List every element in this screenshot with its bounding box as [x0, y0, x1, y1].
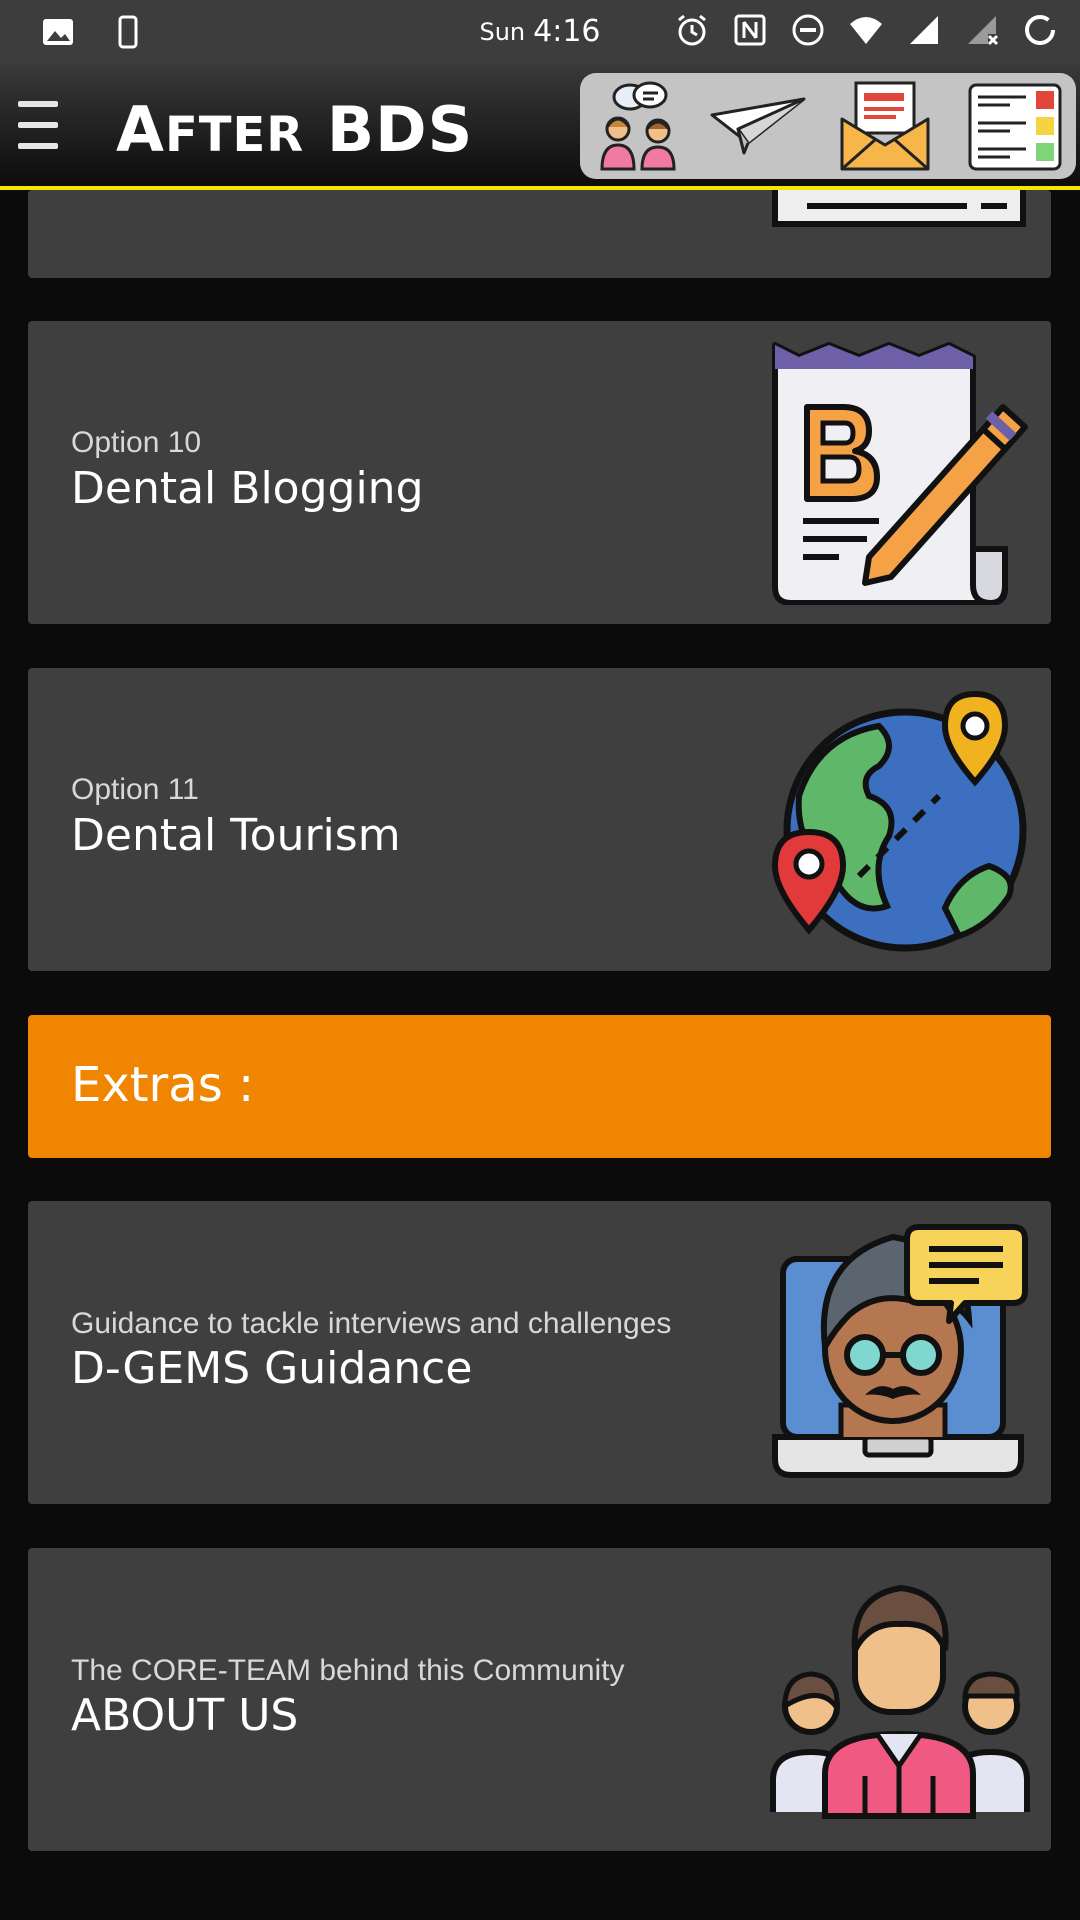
card-title: Dental Tourism — [71, 810, 401, 861]
card-subtitle: The CORE-TEAM behind this Community — [71, 1654, 625, 1687]
mentor-laptop-icon — [772, 1224, 1028, 1478]
chat-people-icon[interactable] — [588, 79, 686, 173]
team-icon — [770, 1584, 1030, 1819]
status-time: 4:16 — [533, 14, 601, 49]
card-option-10[interactable]: Option 10 Dental Blogging — [28, 321, 1051, 624]
wifi-icon — [850, 17, 882, 44]
signal-icon — [910, 16, 938, 44]
card-title: D-GEMS Guidance — [71, 1343, 473, 1394]
app-title-initial: A — [116, 93, 165, 166]
list-icon[interactable] — [966, 79, 1064, 173]
card-title: Dental Blogging — [71, 463, 424, 514]
blog-edit-icon — [772, 342, 1028, 605]
card-subtitle: Guidance to tackle interviews and challe… — [71, 1307, 672, 1340]
card-subtitle: Option 11 — [71, 773, 199, 806]
globe-pins-icon — [771, 690, 1027, 952]
signal-x-icon — [968, 16, 999, 46]
card-previous-option[interactable] — [28, 190, 1051, 278]
extras-section-header: Extras : — [28, 1015, 1051, 1158]
status-bar: Sun 4:16 — [0, 0, 1080, 63]
app-bar: AFTER BDS — [0, 63, 1080, 190]
paper-plane-icon[interactable] — [708, 79, 806, 173]
extras-label: Extras : — [71, 1057, 255, 1113]
do-not-disturb-icon — [792, 14, 824, 46]
card-option-11[interactable]: Option 11 Dental Tourism — [28, 668, 1051, 971]
nfc-icon — [734, 14, 766, 46]
battery-ring-icon — [1025, 15, 1055, 45]
mail-icon[interactable] — [836, 79, 934, 173]
menu-button[interactable] — [18, 101, 58, 149]
alarm-icon — [678, 14, 706, 46]
app-title-last: BDS — [326, 93, 474, 166]
app-title: AFTER BDS — [116, 93, 473, 166]
card-dgems-guidance[interactable]: Guidance to tackle interviews and challe… — [28, 1201, 1051, 1504]
action-panel — [580, 73, 1076, 179]
status-day: Sun — [479, 17, 526, 46]
card-subtitle: Option 10 — [71, 426, 202, 459]
card-about-us[interactable]: The CORE-TEAM behind this Community ABOU… — [28, 1548, 1051, 1851]
previous-card-illustration — [772, 190, 1026, 227]
app-title-rest: FTER — [164, 107, 305, 163]
card-title: ABOUT US — [71, 1690, 299, 1741]
